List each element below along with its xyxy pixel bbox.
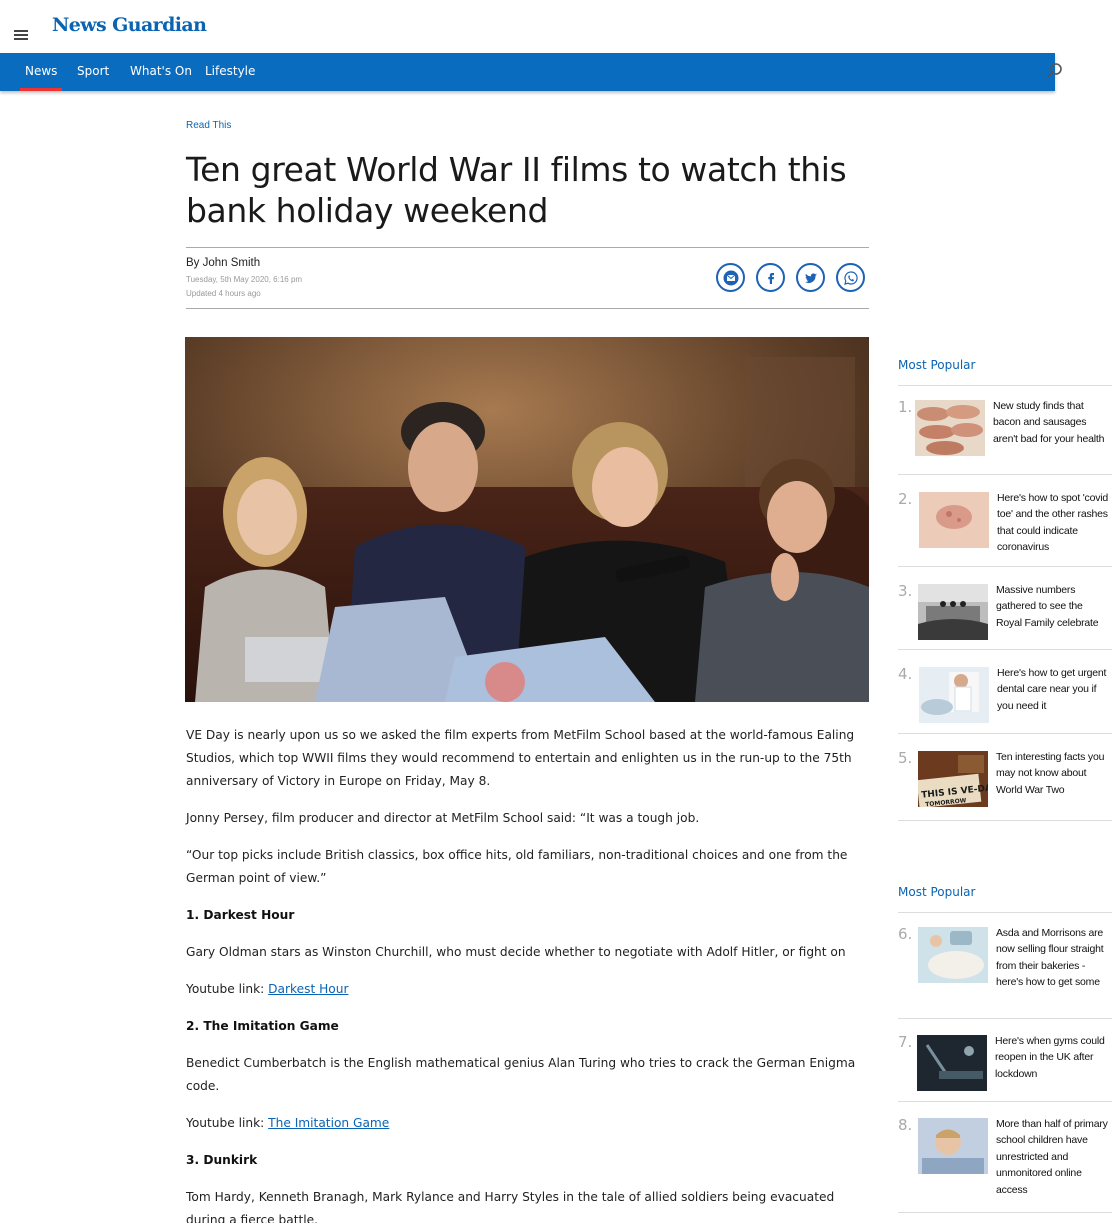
divider	[898, 733, 1112, 734]
ve-day-newspaper-image: THIS IS VE-DAY TOMORROW	[918, 751, 988, 807]
youtube-link-darkest-hour[interactable]: Darkest Hour	[268, 982, 348, 996]
divider	[898, 1018, 1112, 1019]
flour-baking-image	[918, 927, 988, 983]
whatsapp-icon	[843, 270, 858, 285]
youtube-link-paragraph: Youtube link: Darkest Hour	[186, 978, 866, 1001]
share-whatsapp-button[interactable]	[836, 263, 865, 292]
publish-date: Tuesday, 5th May 2020, 6:16 pm	[186, 275, 303, 284]
article-paragraph: Tom Hardy, Kenneth Branagh, Mark Rylance…	[186, 1190, 835, 1223]
nav-item-sport[interactable]: Sport	[77, 53, 109, 91]
nav-item-whats-on[interactable]: What's On	[130, 53, 192, 91]
family-watching-tv-illustration	[185, 337, 869, 702]
article-byline[interactable]: By John Smith	[186, 257, 260, 269]
article-paragraph: Gary Oldman stars as Winston Churchill, …	[186, 945, 846, 959]
nav-item-news[interactable]: News	[19, 53, 63, 91]
main-nav: News Sport What's On Lifestyle	[0, 53, 1055, 91]
dentist-image	[919, 667, 989, 723]
divider	[898, 1101, 1112, 1102]
share-facebook-button[interactable]	[756, 263, 785, 292]
popular-rank: 7.	[898, 1033, 913, 1051]
popular-headline[interactable]: More than half of primary school childre…	[996, 1116, 1111, 1198]
article-paragraph: “Our top picks include British classics,…	[186, 848, 848, 885]
divider	[898, 566, 1112, 567]
skin-rash-image	[919, 492, 989, 548]
popular-rank: 2.	[898, 490, 913, 508]
article-paragraph: VE Day is nearly upon us so we asked the…	[186, 728, 855, 788]
divider	[898, 912, 1112, 913]
article-paragraph: Benedict Cumberbatch is the English math…	[186, 1056, 856, 1093]
divider	[898, 474, 1112, 475]
gym-treadmill-image	[917, 1035, 987, 1091]
twitter-icon	[804, 272, 817, 283]
article-headline: Ten great World War II films to watch th…	[186, 150, 847, 230]
popular-thumbnail[interactable]	[915, 400, 985, 456]
updated-date: Updated 4 hours ago	[186, 289, 261, 298]
popular-thumbnail[interactable]	[918, 1118, 988, 1174]
youtube-link-label: Youtube link:	[186, 1116, 269, 1130]
popular-rank: 4.	[898, 665, 913, 683]
divider	[186, 247, 869, 248]
divider	[898, 1212, 1112, 1213]
article-subheading: 1. Darkest Hour	[186, 908, 295, 922]
site-header: News Guardian	[0, 0, 1112, 53]
most-popular-heading[interactable]: Most Popular	[898, 885, 975, 899]
hero-image	[185, 337, 869, 702]
popular-thumbnail[interactable]	[918, 927, 988, 983]
sausages-image	[915, 400, 985, 456]
royal-balcony-image	[918, 584, 988, 640]
popular-headline[interactable]: New study finds that bacon and sausages …	[993, 398, 1111, 447]
youtube-link-imitation-game[interactable]: The Imitation Game	[268, 1116, 389, 1130]
popular-rank: 6.	[898, 925, 913, 943]
popular-headline[interactable]: Here's how to get urgent dental care nea…	[997, 665, 1112, 714]
popular-rank: 5.	[898, 749, 913, 767]
popular-rank: 3.	[898, 582, 913, 600]
article-section-label[interactable]: Read This	[186, 120, 231, 131]
divider	[898, 385, 1112, 386]
share-twitter-button[interactable]	[796, 263, 825, 292]
popular-headline[interactable]: Asda and Morrisons are now selling flour…	[996, 925, 1111, 991]
article-paragraph: Jonny Persey, film producer and director…	[186, 811, 700, 825]
popular-thumbnail[interactable]	[918, 584, 988, 640]
popular-headline[interactable]: Ten interesting facts you may not know a…	[996, 749, 1111, 798]
popular-headline[interactable]: Here's how to spot 'covid toe' and the o…	[997, 490, 1112, 556]
child-on-tablet-image	[918, 1118, 988, 1174]
search-icon[interactable]	[1046, 62, 1064, 80]
popular-thumbnail[interactable]	[917, 1035, 987, 1091]
article-subheading: 2. The Imitation Game	[186, 1019, 339, 1033]
popular-rank: 1.	[898, 398, 913, 416]
youtube-link-label: Youtube link:	[186, 982, 269, 996]
popular-rank: 8.	[898, 1116, 913, 1134]
divider	[186, 308, 869, 309]
popular-headline[interactable]: Here's when gyms could reopen in the UK …	[995, 1033, 1110, 1082]
popular-headline[interactable]: Massive numbers gathered to see the Roya…	[996, 582, 1111, 631]
divider	[898, 820, 1112, 821]
article-subheading: 3. Dunkirk	[186, 1153, 258, 1167]
site-logo[interactable]: News Guardian	[52, 14, 207, 36]
popular-thumbnail[interactable]	[919, 492, 989, 548]
share-email-button[interactable]	[716, 263, 745, 292]
email-icon	[723, 270, 738, 285]
most-popular-heading[interactable]: Most Popular	[898, 358, 975, 372]
menu-icon[interactable]	[14, 30, 28, 40]
facebook-icon	[767, 272, 774, 284]
nav-item-lifestyle[interactable]: Lifestyle	[205, 53, 255, 91]
popular-thumbnail[interactable]: THIS IS VE-DAY TOMORROW	[918, 751, 988, 807]
divider	[898, 649, 1112, 650]
youtube-link-paragraph: Youtube link: The Imitation Game	[186, 1112, 866, 1135]
popular-thumbnail[interactable]	[919, 667, 989, 723]
